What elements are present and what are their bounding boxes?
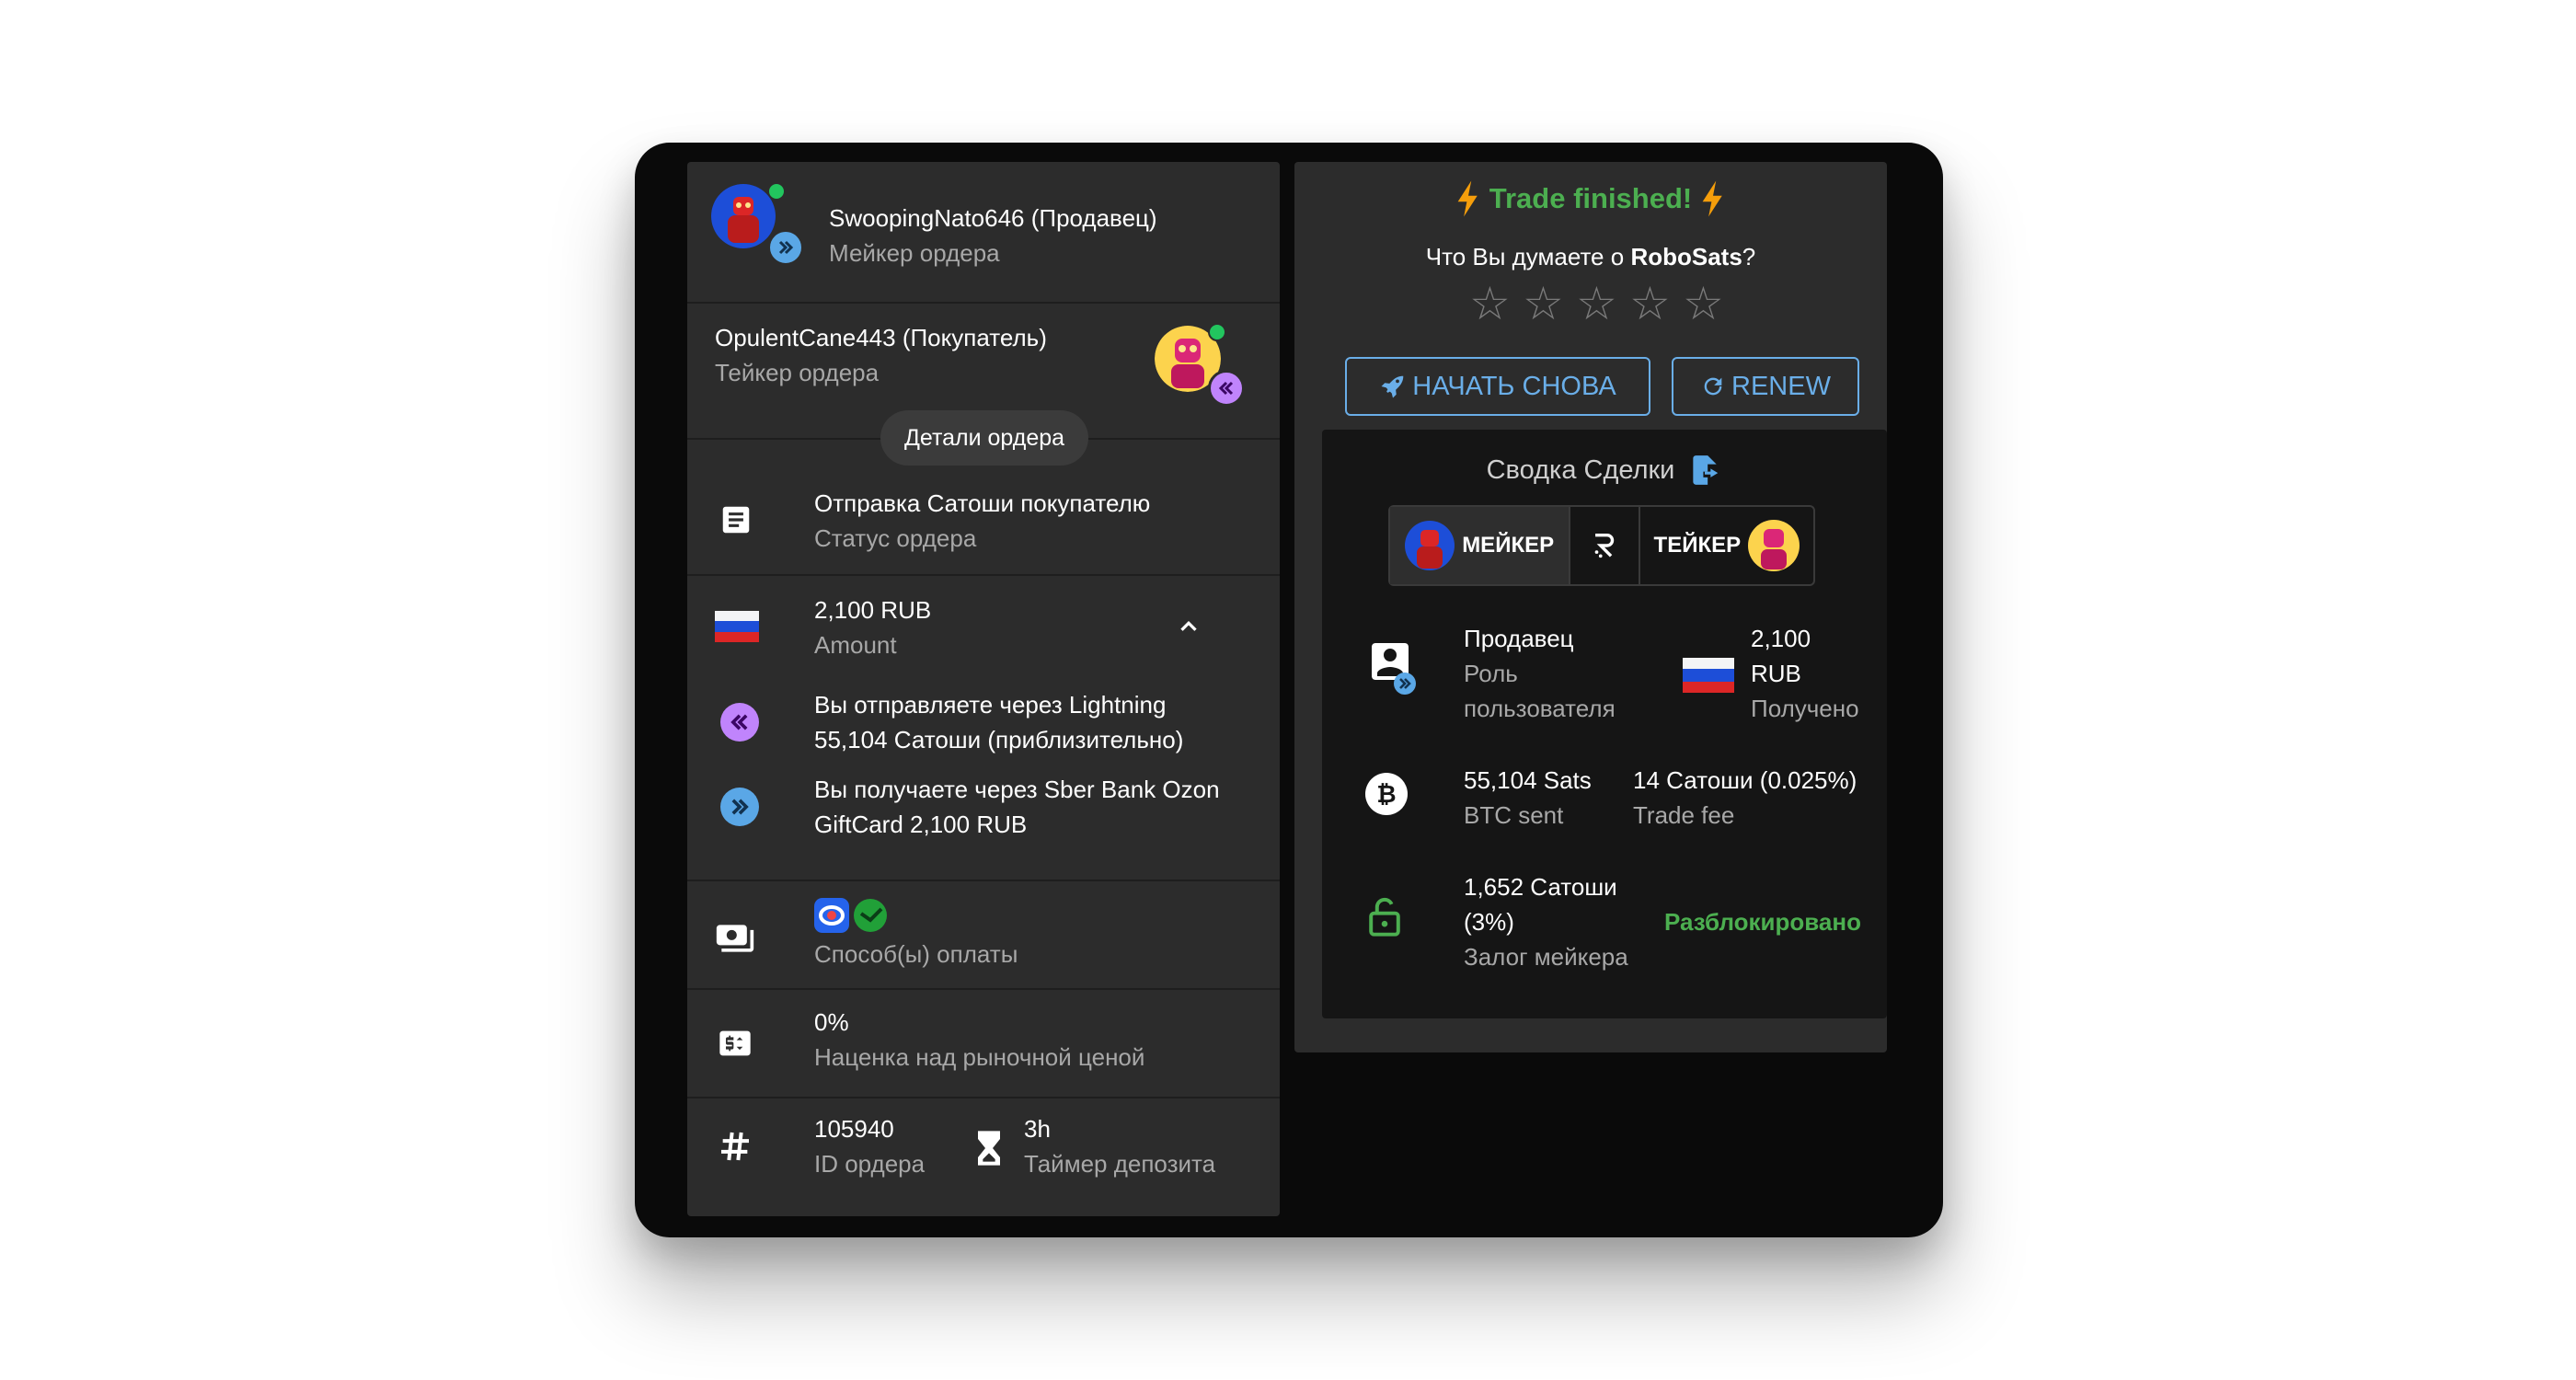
btc-sent-label: BTC sent xyxy=(1464,801,1564,829)
maker-avatar[interactable] xyxy=(711,184,776,248)
hash-icon xyxy=(717,1128,753,1169)
taker-name: OpulentCane443 (Покупатель) xyxy=(715,324,1047,351)
received-value-1: 2,100 xyxy=(1751,625,1811,652)
role-value: Продавец xyxy=(1464,625,1574,652)
maker-name: SwoopingNato646 (Продавец) xyxy=(829,204,1157,232)
rating-star-2[interactable]: ☆ xyxy=(1523,277,1564,330)
role-label-1: Роль xyxy=(1464,660,1518,687)
premium-label: Наценка над рыночной ценой xyxy=(814,1043,1145,1071)
payments-icon xyxy=(715,918,755,963)
rating-star-3[interactable]: ☆ xyxy=(1576,277,1617,330)
divider xyxy=(687,880,1280,881)
divider xyxy=(687,302,1280,304)
divider xyxy=(687,988,1280,990)
taker-toggle[interactable]: ТЕЙКЕР xyxy=(1640,507,1813,584)
svg-text:₿: ₿ xyxy=(1376,781,1396,809)
maker-toggle[interactable]: МЕЙКЕР xyxy=(1390,507,1570,584)
maker-role: Мейкер ордера xyxy=(829,239,1000,267)
taker-online-dot xyxy=(1208,323,1226,341)
trade-finished-panel: Trade finished! Что Вы думаете о RoboSat… xyxy=(1294,162,1887,1052)
amount-label: Amount xyxy=(814,631,897,659)
maker-avatar-small xyxy=(1405,521,1455,570)
order-details-chip[interactable]: Детали ордера xyxy=(880,410,1088,466)
bond-value-2: (3%) xyxy=(1464,908,1514,936)
fee-label: Trade fee xyxy=(1633,801,1735,829)
lightning-icon xyxy=(1702,180,1722,217)
bond-label: Залог мейкера xyxy=(1464,943,1628,971)
received-value-2: RUB xyxy=(1751,660,1801,687)
bitcoin-icon: ₿ xyxy=(1364,772,1409,821)
trade-finished-text: Trade finished! xyxy=(1489,182,1693,214)
receive-line-1: Вы получаете через Sber Bank Ozon xyxy=(814,776,1220,803)
order-details-panel: SwoopingNato646 (Продавец) Мейкер ордера… xyxy=(687,162,1280,1216)
summary-title: Сводка Сделки xyxy=(1486,454,1675,485)
device-frame: SwoopingNato646 (Продавец) Мейкер ордера… xyxy=(635,143,1943,1237)
chevron-up-icon[interactable] xyxy=(1175,613,1202,645)
fee-value: 14 Сатоши (0.025%) xyxy=(1633,766,1857,794)
export-icon[interactable] xyxy=(1687,452,1722,489)
trade-summary-card: Сводка Сделки МЕЙКЕР ТЕЙКЕР Продавец Рол… xyxy=(1322,430,1887,1018)
bond-value-1: 1,652 Сатоши xyxy=(1464,873,1617,901)
rocket-icon xyxy=(1381,375,1404,398)
trade-finished-title: Trade finished! xyxy=(1294,180,1887,217)
summary-header: Сводка Сделки xyxy=(1322,452,1887,489)
russia-flag-icon xyxy=(715,611,759,647)
payment-label: Способ(ы) оплаты xyxy=(814,940,1018,968)
receive-line-2: GiftCard 2,100 RUB xyxy=(814,811,1028,838)
btc-sent-value: 55,104 Sats xyxy=(1464,766,1592,794)
status-value: Отправка Сатоши покупателю xyxy=(814,489,1151,517)
order-id-label: ID ордера xyxy=(814,1150,926,1178)
restart-button[interactable]: НАЧАТЬ СНОВА xyxy=(1345,357,1650,416)
received-label: Получено xyxy=(1751,695,1859,722)
maker-badge-icon xyxy=(767,229,804,266)
account-box-icon xyxy=(1366,639,1418,699)
amount-value: 2,100 RUB xyxy=(814,596,932,624)
maker-online-dot xyxy=(767,182,786,201)
timer-value: 3h xyxy=(1024,1115,1051,1143)
rating-star-5[interactable]: ☆ xyxy=(1683,277,1724,330)
refresh-icon xyxy=(1704,377,1722,396)
premium-value: 0% xyxy=(814,1008,849,1036)
rating-star-4[interactable]: ☆ xyxy=(1629,277,1671,330)
taker-role: Тейкер ордера xyxy=(715,359,880,386)
russia-flag-icon xyxy=(1683,658,1734,697)
order-id-value: 105940 xyxy=(814,1115,894,1143)
divider xyxy=(687,574,1280,576)
renew-button[interactable]: RENEW xyxy=(1672,357,1859,416)
divider xyxy=(687,1097,1280,1098)
ozon-logo-icon xyxy=(814,898,849,937)
taker-badge-icon xyxy=(1208,370,1245,407)
hourglass-icon xyxy=(974,1130,1004,1171)
send-line-1: Вы отправляете через Lightning xyxy=(814,691,1167,719)
maker-taker-toggle[interactable]: МЕЙКЕР ТЕЙКЕР xyxy=(1388,505,1815,586)
lock-open-icon xyxy=(1366,895,1403,942)
swap-icon[interactable] xyxy=(1569,507,1640,584)
rating-star-1[interactable]: ☆ xyxy=(1469,277,1511,330)
bond-status: Разблокировано xyxy=(1664,908,1861,936)
robosats-brand: RoboSats xyxy=(1630,243,1742,270)
lightning-icon xyxy=(1457,180,1478,217)
timer-label: Таймер депозита xyxy=(1024,1150,1216,1178)
status-label: Статус ордера xyxy=(814,524,977,552)
send-lightning-icon xyxy=(720,703,759,742)
role-label-2: пользователя xyxy=(1464,695,1616,722)
taker-avatar-small xyxy=(1748,520,1800,571)
receive-fiat-icon xyxy=(720,788,759,826)
sber-logo-icon xyxy=(853,898,888,937)
send-line-2: 55,104 Сатоши (приблизительно) xyxy=(814,726,1184,753)
price-tag-icon xyxy=(717,1025,753,1066)
order-status-icon xyxy=(719,502,753,542)
rating-prompt: Что Вы думаете о RoboSats? xyxy=(1425,243,1756,270)
